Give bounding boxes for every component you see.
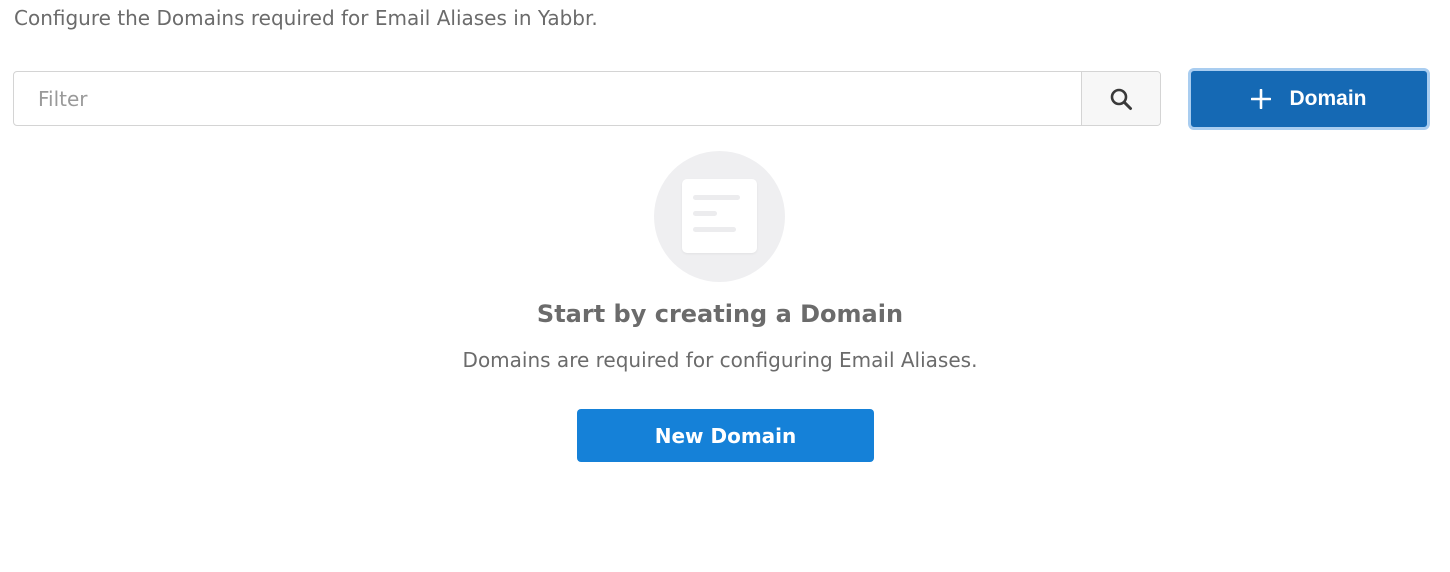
empty-state-subtitle: Domains are required for configuring Ema… [462, 348, 978, 372]
empty-state-illustration [654, 151, 785, 282]
add-domain-button-label: Domain [1289, 87, 1367, 110]
document-icon [682, 179, 757, 253]
document-line [693, 227, 736, 232]
filter-group [13, 71, 1161, 126]
filter-input[interactable] [14, 72, 1081, 125]
add-domain-button[interactable]: Domain [1188, 68, 1430, 130]
new-domain-button[interactable]: New Domain [577, 409, 874, 462]
domains-page: Configure the Domains required for Email… [0, 0, 1450, 572]
plus-icon [1251, 89, 1272, 109]
add-domain-button-content: Domain [1191, 71, 1427, 127]
page-description: Configure the Domains required for Email… [14, 6, 598, 30]
search-icon [1110, 88, 1132, 110]
document-line [693, 195, 740, 200]
empty-state-title: Start by creating a Domain [536, 300, 904, 328]
search-button[interactable] [1081, 72, 1160, 125]
document-line [693, 211, 717, 216]
